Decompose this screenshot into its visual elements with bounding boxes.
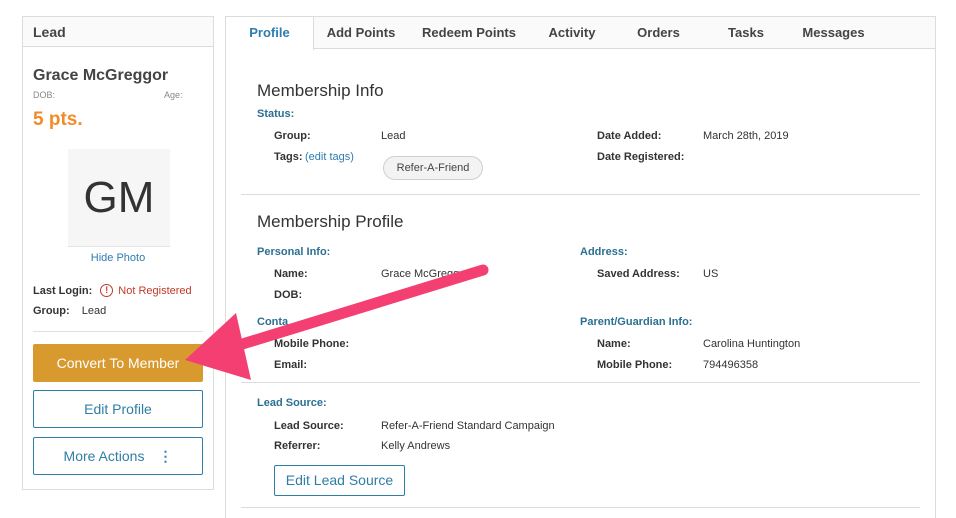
- parent-name-value: Carolina Huntington: [703, 338, 801, 350]
- info-group-key: Group:: [274, 130, 311, 142]
- lead-source-value: Refer-A-Friend Standard Campaign: [381, 420, 555, 432]
- referrer-value: Kelly Andrews: [381, 440, 451, 452]
- tab-bar: Profile Add Points Redeem Points Activit…: [226, 17, 935, 50]
- email-key: Email:: [274, 359, 308, 371]
- section-divider: [241, 382, 920, 383]
- membership-info-title: Membership Info: [257, 81, 384, 100]
- lead-sidebar-card: Lead Grace McGreggor DOB: Age: 5 pts. GM…: [22, 16, 214, 490]
- profile-panel: Profile Add Points Redeem Points Activit…: [225, 16, 936, 518]
- exclamation-circle-icon: !: [100, 284, 114, 297]
- lead-card-header: Lead: [23, 17, 213, 47]
- edit-profile-button[interactable]: Edit Profile: [33, 390, 203, 428]
- tab-messages[interactable]: Messages: [791, 17, 876, 49]
- age-label: Age:: [164, 90, 183, 100]
- parent-mobile-value: 794496358: [703, 359, 759, 371]
- parent-mobile-key: Mobile Phone:: [597, 359, 673, 371]
- tab-tasks[interactable]: Tasks: [710, 17, 782, 49]
- tab-activity[interactable]: Activity: [532, 17, 612, 49]
- member-name: Grace McGreggor: [33, 67, 169, 84]
- more-actions-label: More Actions: [63, 448, 145, 464]
- personal-info-label: Personal Info:: [257, 246, 331, 258]
- more-actions-button[interactable]: More Actions ⋮: [33, 437, 203, 475]
- parent-guardian-label: Parent/Guardian Info:: [580, 316, 693, 328]
- edit-tags-link[interactable]: (edit tags): [305, 151, 354, 163]
- vertical-dots-icon: ⋮: [158, 448, 173, 464]
- name-value: Grace McGreggor: [381, 268, 470, 280]
- status-label: Status:: [257, 108, 295, 120]
- date-registered-key: Date Registered:: [597, 151, 685, 163]
- info-group-value: Lead: [381, 130, 406, 142]
- last-login-label: Last Login:: [33, 284, 93, 297]
- lead-source-label: Lead Source:: [257, 397, 327, 409]
- address-label: Address:: [580, 246, 628, 258]
- membership-profile-title: Membership Profile: [257, 212, 404, 231]
- contact-info-label: Conta: [257, 316, 289, 328]
- last-login-row: Last Login: ! Not Registered: [33, 284, 192, 297]
- dob-key: DOB:: [274, 289, 303, 301]
- tags-key: Tags:: [274, 151, 303, 163]
- date-added-value: March 28th, 2019: [703, 130, 789, 142]
- tab-profile[interactable]: Profile: [226, 17, 314, 50]
- points-balance: 5 pts.: [33, 109, 83, 130]
- tab-add-points[interactable]: Add Points: [314, 17, 408, 49]
- group-row: Group: Lead: [33, 305, 106, 317]
- saved-address-value: US: [703, 268, 719, 280]
- tag-pill: Refer-A-Friend: [383, 156, 483, 180]
- mobile-phone-key: Mobile Phone:: [274, 338, 350, 350]
- hide-photo-link[interactable]: Hide Photo: [23, 252, 213, 264]
- convert-to-member-button[interactable]: Convert To Member: [33, 344, 203, 382]
- dob-label: DOB:: [33, 90, 56, 100]
- divider: [33, 331, 203, 332]
- lead-source-key: Lead Source:: [274, 420, 344, 432]
- referrer-key: Referrer:: [274, 440, 321, 452]
- group-label: Group:: [33, 305, 70, 317]
- avatar: GM: [68, 149, 170, 247]
- last-login-value: Not Registered: [118, 284, 192, 297]
- date-added-key: Date Added:: [597, 130, 662, 142]
- name-key: Name:: [274, 268, 308, 280]
- section-divider: [241, 194, 920, 195]
- section-divider: [241, 507, 920, 508]
- saved-address-key: Saved Address:: [597, 268, 680, 280]
- tab-orders[interactable]: Orders: [621, 17, 696, 49]
- tab-redeem-points[interactable]: Redeem Points: [410, 17, 528, 49]
- group-value: Lead: [81, 305, 107, 317]
- edit-lead-source-button[interactable]: Edit Lead Source: [274, 465, 405, 496]
- parent-name-key: Name:: [597, 338, 631, 350]
